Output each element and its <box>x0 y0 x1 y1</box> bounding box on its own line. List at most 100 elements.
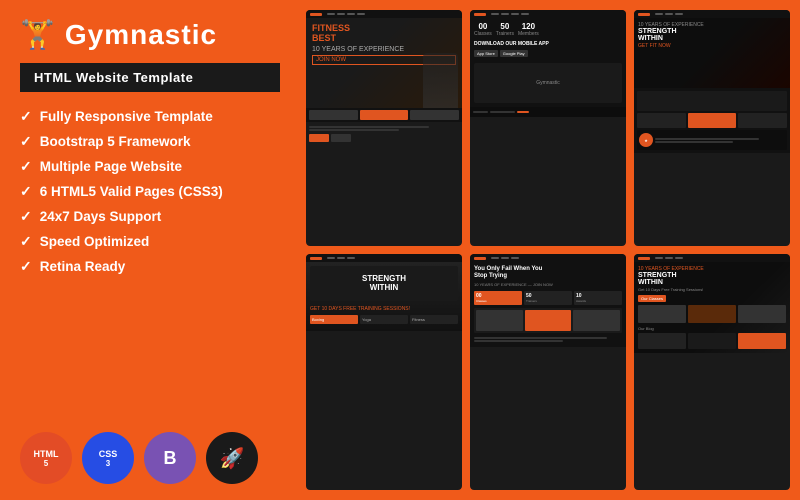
nav-line <box>491 13 499 15</box>
mock-nav-4 <box>306 254 462 262</box>
nav-dot <box>474 257 486 260</box>
mock-nav-6 <box>634 254 790 262</box>
card2-hero: 00 Classes 50 Trainers 120 Members DOWNL… <box>470 18 626 107</box>
nav-dot <box>638 13 650 16</box>
card-label: Trainers <box>526 299 570 303</box>
card4-hero-text: STRENGTHWITHIN <box>362 275 406 293</box>
html5-number: 5 <box>44 459 48 468</box>
nav-dot <box>310 257 322 260</box>
stat-number: 120 <box>518 22 539 31</box>
feature-item: ✓Bootstrap 5 Framework <box>20 133 280 150</box>
card6-hero: 10 YEARS OF EXPERIENCE STRENGTHWITHIN Ge… <box>634 262 790 353</box>
nav-line <box>501 257 509 259</box>
check-icon: ✓ <box>20 183 32 200</box>
card3-block-orange <box>688 113 737 128</box>
rocket-badge: 🚀 <box>206 432 258 484</box>
play-store-btn[interactable]: Google Play <box>500 50 528 57</box>
card3-block <box>738 113 787 128</box>
card3-img-block <box>637 91 787 111</box>
stat-number: 00 <box>474 22 492 31</box>
card5-img-row <box>474 308 622 333</box>
nav-line <box>665 13 673 15</box>
feature-label: Retina Ready <box>40 259 126 274</box>
check-icon: ✓ <box>20 233 32 250</box>
img-block <box>476 310 523 331</box>
stat-label: Trainers <box>496 31 514 37</box>
check-icon: ✓ <box>20 158 32 175</box>
feature-label: Multiple Page Website <box>40 159 182 174</box>
card5-sub: 10 YEARS OF EXPERIENCE — JOIN NOW <box>474 282 622 287</box>
nav-line <box>655 257 663 259</box>
bootstrap-badge: B <box>144 432 196 484</box>
card-label: Classes <box>476 299 520 303</box>
cta-block <box>331 134 351 142</box>
nav-line <box>491 257 499 259</box>
card5-card-orange: 00 Classes <box>474 291 522 305</box>
img-block-2 <box>688 305 736 323</box>
card3-block <box>637 113 686 128</box>
check-icon: ✓ <box>20 258 32 275</box>
feature-item: ✓Fully Responsive Template <box>20 108 280 125</box>
nav-dot <box>474 13 486 16</box>
nav-line <box>655 13 663 15</box>
nav-lines <box>655 13 683 15</box>
css3-badge: CSS 3 <box>82 432 134 484</box>
nav-dot <box>310 13 322 16</box>
nav-line <box>337 257 345 259</box>
feature-item: ✓Speed Optimized <box>20 233 280 250</box>
download-title: DOWNLOAD OUR MOBILE APP <box>474 41 622 47</box>
text-row <box>309 129 399 131</box>
card4-content: STRENGTHWITHIN GET 10 DAYS FREE TRAINING… <box>306 262 462 331</box>
nav-line <box>521 13 529 15</box>
footer-line-orange <box>517 111 529 113</box>
card4-cta: GET 10 DAYS FREE TRAINING SESSIONS! <box>310 306 458 312</box>
nav-line <box>347 13 355 15</box>
footer-line <box>490 111 515 113</box>
card6-sub: Get 10 Days Free Training Sessions! <box>638 287 786 292</box>
rocket-icon: 🚀 <box>220 446 245 471</box>
card3-subtitle: GET FIT NOW <box>638 43 786 49</box>
nav-lines <box>491 13 529 15</box>
img-block <box>573 310 620 331</box>
card1-section <box>306 108 462 122</box>
card1-title: FITNESSBEST <box>312 24 456 44</box>
logo-text: Gymnastic <box>65 19 217 51</box>
nav-line <box>665 257 673 259</box>
features-list: ✓Fully Responsive Template ✓Bootstrap 5 … <box>20 108 280 283</box>
mock-nav-1 <box>306 10 462 18</box>
img-block-orange <box>525 310 572 331</box>
html5-label: HTML <box>34 449 59 459</box>
card1-hero: FITNESSBEST 10 YEARS OF EXPERIENCE JOIN … <box>306 18 462 108</box>
mock-nav-5 <box>470 254 626 262</box>
feature-item: ✓6 HTML5 Valid Pages (CSS3) <box>20 183 280 200</box>
feature-label: 24x7 Days Support <box>40 209 162 224</box>
card5-card-dark: 50 Trainers <box>524 291 572 305</box>
preview-card-1: FITNESSBEST 10 YEARS OF EXPERIENCE JOIN … <box>306 10 462 246</box>
nav-line <box>511 257 519 259</box>
css3-label: CSS <box>99 449 118 459</box>
card4-class-block: Fitness <box>410 315 458 324</box>
nav-line <box>327 13 335 15</box>
card6-title: STRENGTHWITHIN <box>638 272 786 286</box>
cta-block <box>309 134 329 142</box>
nav-lines <box>327 257 355 259</box>
card2-stats: 00 Classes 50 Trainers 120 Members <box>474 22 622 37</box>
left-panel: 🏋 Gymnastic HTML Website Template ✓Fully… <box>0 0 300 500</box>
preview-grid: FITNESSBEST 10 YEARS OF EXPERIENCE JOIN … <box>300 0 800 500</box>
app-logo: Gymnastic <box>536 80 560 86</box>
css3-number: 3 <box>106 459 110 468</box>
feature-label: Fully Responsive Template <box>40 109 213 124</box>
app-store-btn[interactable]: App Store <box>474 50 498 57</box>
card1-subtitle: 10 YEARS OF EXPERIENCE <box>312 46 456 53</box>
app-buttons: App Store Google Play <box>474 50 622 57</box>
stat-item: 00 Classes <box>474 22 492 37</box>
nav-lines <box>491 257 519 259</box>
card-label: Awards <box>576 299 620 303</box>
nav-line <box>357 13 365 15</box>
text-row <box>655 141 733 143</box>
feature-item: ✓ Retina Ready <box>20 258 280 275</box>
card6-img-row <box>638 305 786 323</box>
card3-hero: 10 YEARS OF EXPERIENCE STRENGTHWITHIN GE… <box>634 18 790 88</box>
text-row <box>474 337 607 339</box>
nav-line <box>327 257 335 259</box>
